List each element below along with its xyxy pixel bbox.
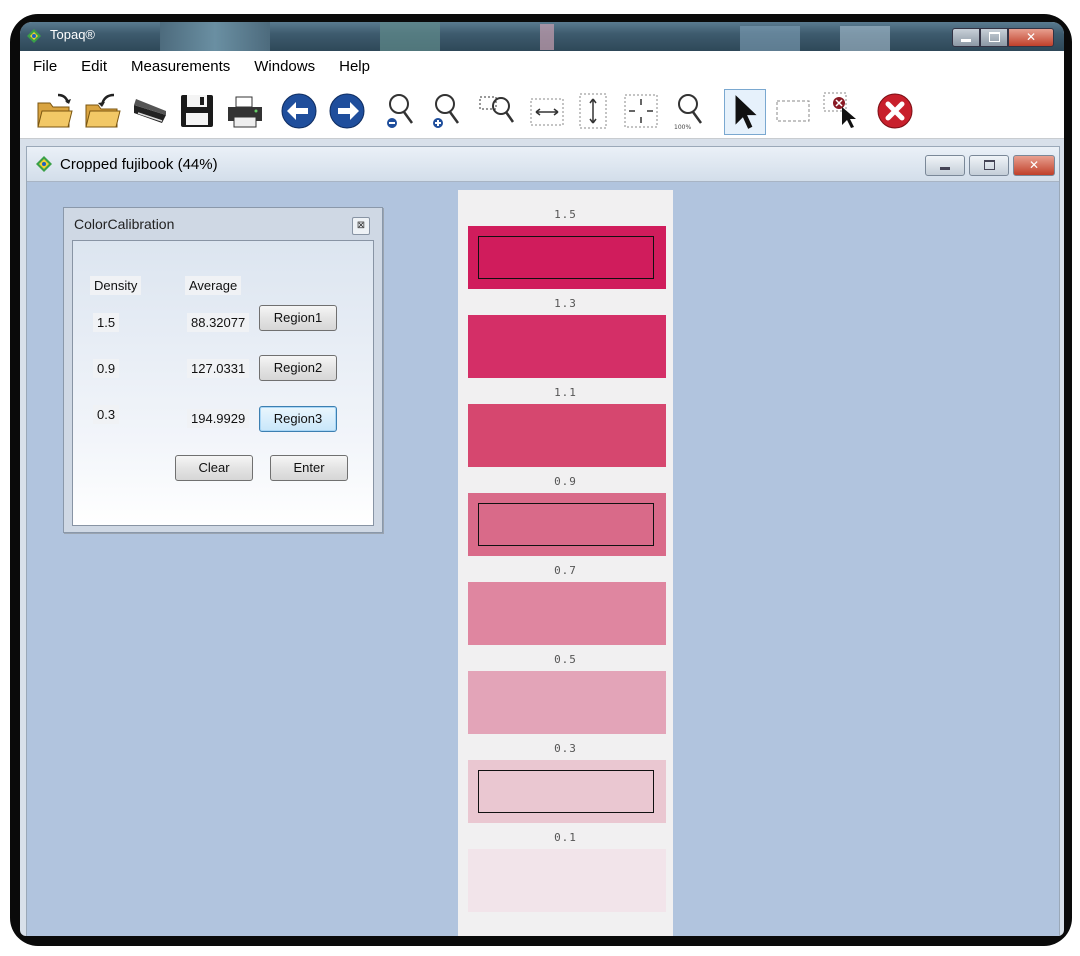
back-arrow-icon[interactable] (280, 91, 318, 131)
dialog-title: ColorCalibration (74, 216, 175, 232)
density-label: 1.1 (554, 386, 577, 399)
fit-all-icon[interactable] (622, 91, 660, 131)
minimize-button[interactable] (952, 28, 980, 47)
document-icon (35, 155, 53, 173)
dialog-title-bar[interactable]: ColorCalibration ⊠ (64, 208, 382, 238)
app-logo-icon (26, 28, 42, 44)
forward-arrow-icon[interactable] (328, 91, 366, 131)
scanner-icon[interactable] (132, 91, 170, 131)
region1-button[interactable]: Region1 (259, 305, 337, 331)
delete-selection-icon[interactable] (822, 91, 860, 131)
density-swatch[interactable] (468, 226, 666, 289)
select-region-icon[interactable] (774, 91, 812, 131)
density-swatch[interactable] (468, 315, 666, 378)
density-value-3: 0.3 (93, 405, 120, 424)
density-label: 1.3 (554, 297, 577, 310)
menu-help[interactable]: Help (327, 58, 382, 75)
density-swatch[interactable] (468, 582, 666, 645)
density-swatch[interactable] (468, 849, 666, 912)
child-window-title-bar[interactable]: Cropped fujibook (44%) ✕ (27, 147, 1059, 182)
selected-region-rectangle[interactable] (478, 236, 654, 279)
pointer-icon[interactable] (724, 89, 766, 135)
color-calibration-dialog: ColorCalibration ⊠ Density Average 1.5 8… (63, 207, 383, 533)
open-folder-icon[interactable] (36, 91, 74, 131)
region2-button[interactable]: Region2 (259, 355, 337, 381)
density-value-2: 0.9 (93, 359, 120, 378)
menu-edit[interactable]: Edit (69, 58, 119, 75)
selected-region-rectangle[interactable] (478, 503, 654, 546)
menu-bar: File Edit Measurements Windows Help (20, 51, 1064, 81)
close-button[interactable]: ✕ (1008, 28, 1054, 47)
average-header: Average (185, 276, 242, 295)
average-value-3: 194.9929 (187, 409, 250, 428)
density-swatch[interactable] (468, 760, 666, 823)
density-strip-image[interactable]: 1.5 1.3 1.1 0.9 0.7 0.5 0.3 0.1 (458, 190, 673, 936)
child-window-title: Cropped fujibook (44%) (60, 156, 218, 173)
fit-width-icon[interactable] (528, 91, 566, 131)
fit-height-icon[interactable] (574, 91, 612, 131)
density-swatch[interactable] (468, 404, 666, 467)
dialog-close-button[interactable]: ⊠ (352, 217, 370, 235)
density-label: 0.1 (554, 831, 577, 844)
save-icon[interactable] (178, 91, 216, 131)
menu-file[interactable]: File (20, 58, 69, 75)
toolbar: 100% (20, 81, 1064, 139)
menu-windows[interactable]: Windows (242, 58, 327, 75)
print-icon[interactable] (226, 91, 264, 131)
density-header: Density (90, 276, 142, 295)
density-label: 0.9 (554, 475, 577, 488)
stop-icon[interactable] (876, 91, 914, 131)
density-swatch[interactable] (468, 493, 666, 556)
menu-measurements[interactable]: Measurements (119, 58, 242, 75)
window-title: Topaq® (50, 27, 95, 42)
density-value-1: 1.5 (93, 313, 120, 332)
child-minimize-button[interactable] (925, 155, 965, 176)
density-label: 0.5 (554, 653, 577, 666)
maximize-button[interactable] (980, 28, 1008, 47)
density-label: 1.5 (554, 208, 577, 221)
clear-button[interactable]: Clear (175, 455, 253, 481)
density-label: 0.3 (554, 742, 577, 755)
average-value-2: 127.0331 (187, 359, 250, 378)
zoom-region-icon[interactable] (478, 91, 516, 131)
enter-button[interactable]: Enter (270, 455, 348, 481)
app-window: Topaq® ✕ File Edit Measurements Windows … (20, 22, 1064, 936)
dialog-body: Density Average 1.5 88.32077 Region1 0.9… (72, 240, 374, 526)
selected-region-rectangle[interactable] (478, 770, 654, 813)
zoom-in-icon[interactable] (428, 91, 466, 131)
child-close-button[interactable]: ✕ (1013, 155, 1055, 176)
child-restore-button[interactable] (969, 155, 1009, 176)
density-swatch[interactable] (468, 671, 666, 734)
svg-text:100%: 100% (674, 124, 691, 131)
open-recent-icon[interactable] (84, 91, 122, 131)
region3-button[interactable]: Region3 (259, 406, 337, 432)
title-bar[interactable]: Topaq® ✕ (20, 22, 1064, 51)
average-value-1: 88.32077 (187, 313, 250, 332)
zoom-100-icon[interactable]: 100% (670, 91, 708, 131)
zoom-out-icon[interactable] (382, 91, 420, 131)
density-label: 0.7 (554, 564, 577, 577)
